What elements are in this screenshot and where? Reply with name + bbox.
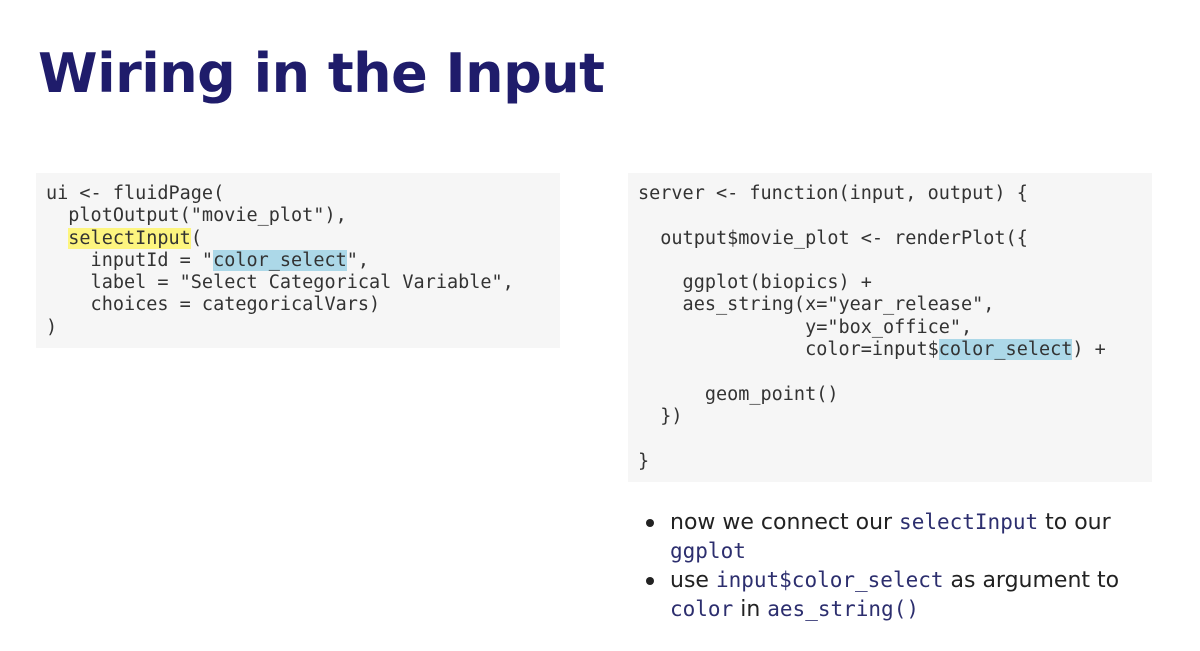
highlight-select-input: selectInput bbox=[68, 227, 191, 249]
bullet-list: now we connect our selectInput to our gg… bbox=[646, 508, 1176, 624]
code-line: ui <- fluidPage( bbox=[46, 183, 225, 204]
highlight-color-select: color_select bbox=[213, 249, 347, 271]
code-text: inputId = " bbox=[46, 249, 214, 271]
bullet-text: now we connect our bbox=[670, 510, 900, 535]
code-line: server <- function(input, output) { bbox=[638, 183, 1028, 204]
inline-code: ggplot bbox=[670, 539, 746, 563]
inline-code: selectInput bbox=[899, 510, 1039, 534]
code-line: y="box_office", bbox=[638, 316, 973, 338]
bullet-dot-icon bbox=[646, 519, 654, 527]
code-text: ( bbox=[190, 227, 202, 249]
code-line: aes_string(x="year_release", bbox=[638, 294, 995, 316]
bullet-text: to our bbox=[1038, 510, 1111, 535]
code-text: ", bbox=[346, 249, 370, 271]
code-line: output$movie_plot <- renderPlot({ bbox=[638, 227, 1028, 249]
server-code-block: server <- function(input, output) { outp… bbox=[628, 173, 1152, 482]
bullet-text: use bbox=[670, 568, 716, 593]
code-line: plotOutput("movie_plot"), bbox=[46, 205, 347, 227]
code-line: ggplot(biopics) + bbox=[638, 272, 872, 294]
code-line: inputId = "color_select", bbox=[46, 249, 370, 271]
bullet-text: in bbox=[733, 597, 768, 622]
inline-code: input$color_select bbox=[715, 568, 944, 592]
code-line: selectInput( bbox=[46, 227, 202, 249]
ui-code-block: ui <- fluidPage( plotOutput("movie_plot"… bbox=[36, 173, 560, 348]
bullet-dot-icon bbox=[646, 577, 654, 585]
code-line: ) bbox=[46, 316, 58, 338]
code-line: } bbox=[638, 450, 650, 472]
code-line: choices = categoricalVars) bbox=[46, 294, 381, 316]
bullet-item: now we connect our selectInput to our gg… bbox=[646, 508, 1176, 566]
highlight-color-select: color_select bbox=[938, 339, 1073, 361]
code-text: color=input$ bbox=[638, 339, 939, 361]
inline-code: aes_string() bbox=[767, 597, 919, 621]
code-text: ) + bbox=[1072, 339, 1106, 361]
code-line: color=input$color_select) + bbox=[638, 339, 1106, 361]
code-line: geom_point() bbox=[638, 383, 839, 405]
bullet-text: as argument to bbox=[943, 568, 1120, 593]
bullet-item: use input$color_select as argument to co… bbox=[646, 566, 1176, 624]
inline-code: color bbox=[670, 597, 734, 621]
slide-title: Wiring in the Input bbox=[38, 42, 605, 105]
code-line: }) bbox=[638, 405, 683, 427]
code-line: label = "Select Categorical Variable", bbox=[46, 272, 514, 294]
